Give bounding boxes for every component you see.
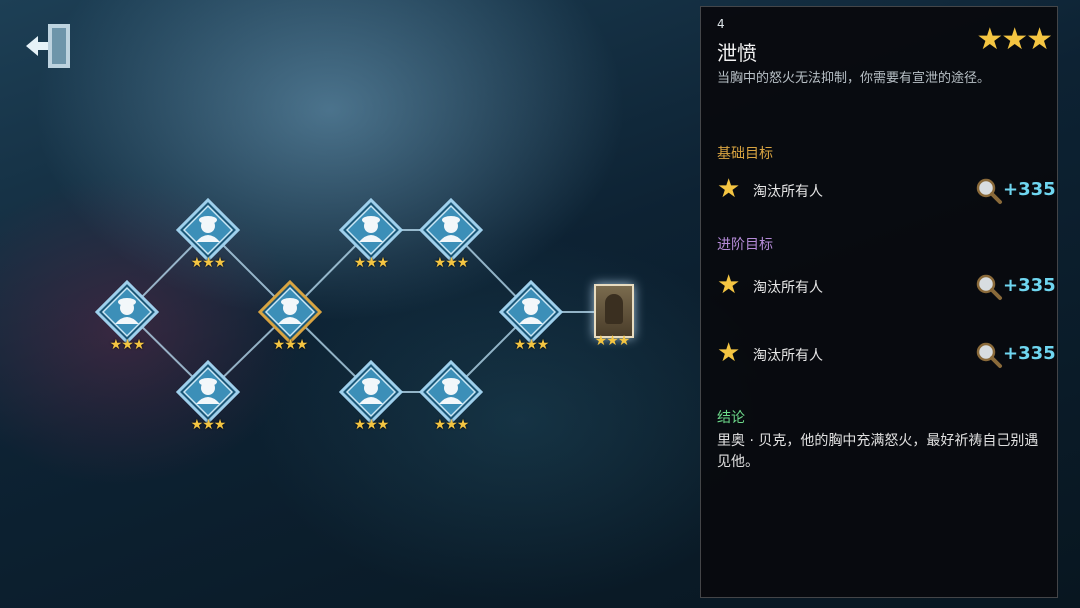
node-stars: ★★★ [190, 255, 227, 271]
conclusion-heading: 结论 [717, 410, 745, 426]
level-node[interactable]: ★★★ [95, 280, 159, 352]
basic-goals-heading: 基础目标 [717, 146, 773, 162]
node-stars: ★★★ [109, 337, 146, 353]
level-title: 泄愤 [717, 41, 757, 65]
objective-reward: +335 [1003, 343, 1056, 364]
level-node[interactable]: ★★★ [176, 360, 240, 432]
conclusion-text: 里奥 · 贝克，他的胸中充满怒火，最好祈祷自己别遇见他。 [717, 433, 1039, 470]
magnifier-icon [975, 273, 1003, 301]
boss-level-node[interactable]: ★★★ [592, 284, 634, 348]
objective-reward: +335 [1003, 275, 1056, 296]
detective-icon [339, 198, 403, 262]
objective-reward: +335 [1003, 179, 1056, 200]
detective-icon [419, 360, 483, 424]
detective-icon [258, 280, 322, 344]
level-node[interactable]: ★★★ [339, 198, 403, 270]
node-stars: ★★★ [353, 255, 390, 271]
detective-icon [419, 198, 483, 262]
objective-row: ★ 淘汰所有人 +335 [717, 174, 1056, 205]
magnifier-icon [975, 177, 1003, 205]
objective-star-icon: ★ [717, 174, 741, 204]
level-number: 4 [717, 17, 725, 31]
level-stars: ★★★ [976, 22, 1053, 57]
advanced-goals-heading: 进阶目标 [717, 237, 773, 253]
level-description: 当胸中的怒火无法抑制，你需要有宣泄的途径。 [717, 71, 991, 86]
level-node[interactable]: ★★★ [419, 360, 483, 432]
detective-icon [176, 198, 240, 262]
detective-icon [176, 360, 240, 424]
level-node[interactable]: ★★★ [176, 198, 240, 270]
magnifier-icon [975, 341, 1003, 369]
objective-text: 淘汰所有人 [753, 184, 823, 200]
objective-star-icon: ★ [717, 270, 741, 300]
node-stars: ★★★ [433, 417, 470, 433]
node-stars: ★★★ [513, 337, 550, 353]
node-stars: ★★★ [433, 255, 470, 271]
objective-text: 淘汰所有人 [753, 348, 823, 364]
objective-row: ★ 淘汰所有人 +335 [717, 270, 1056, 301]
objective-text: 淘汰所有人 [753, 280, 823, 296]
level-node[interactable]: ★★★ [499, 280, 563, 352]
detective-icon [339, 360, 403, 424]
node-stars: ★★★ [190, 417, 227, 433]
level-info-panel: 4 泄愤 ★★★ 当胸中的怒火无法抑制，你需要有宣泄的途径。 基础目标 ★ 淘汰… [700, 6, 1058, 598]
objective-row: ★ 淘汰所有人 +335 [717, 338, 1056, 369]
level-node[interactable]: ★★★ [339, 360, 403, 432]
detective-icon [95, 280, 159, 344]
level-node[interactable]: ★★★ [419, 198, 483, 270]
hunter-portrait [594, 284, 634, 338]
node-stars: ★★★ [272, 337, 309, 353]
node-stars: ★★★ [594, 333, 631, 349]
detective-icon [499, 280, 563, 344]
node-stars: ★★★ [353, 417, 390, 433]
objective-star-icon: ★ [717, 338, 741, 368]
level-node-selected[interactable]: ★★★ [258, 280, 322, 352]
